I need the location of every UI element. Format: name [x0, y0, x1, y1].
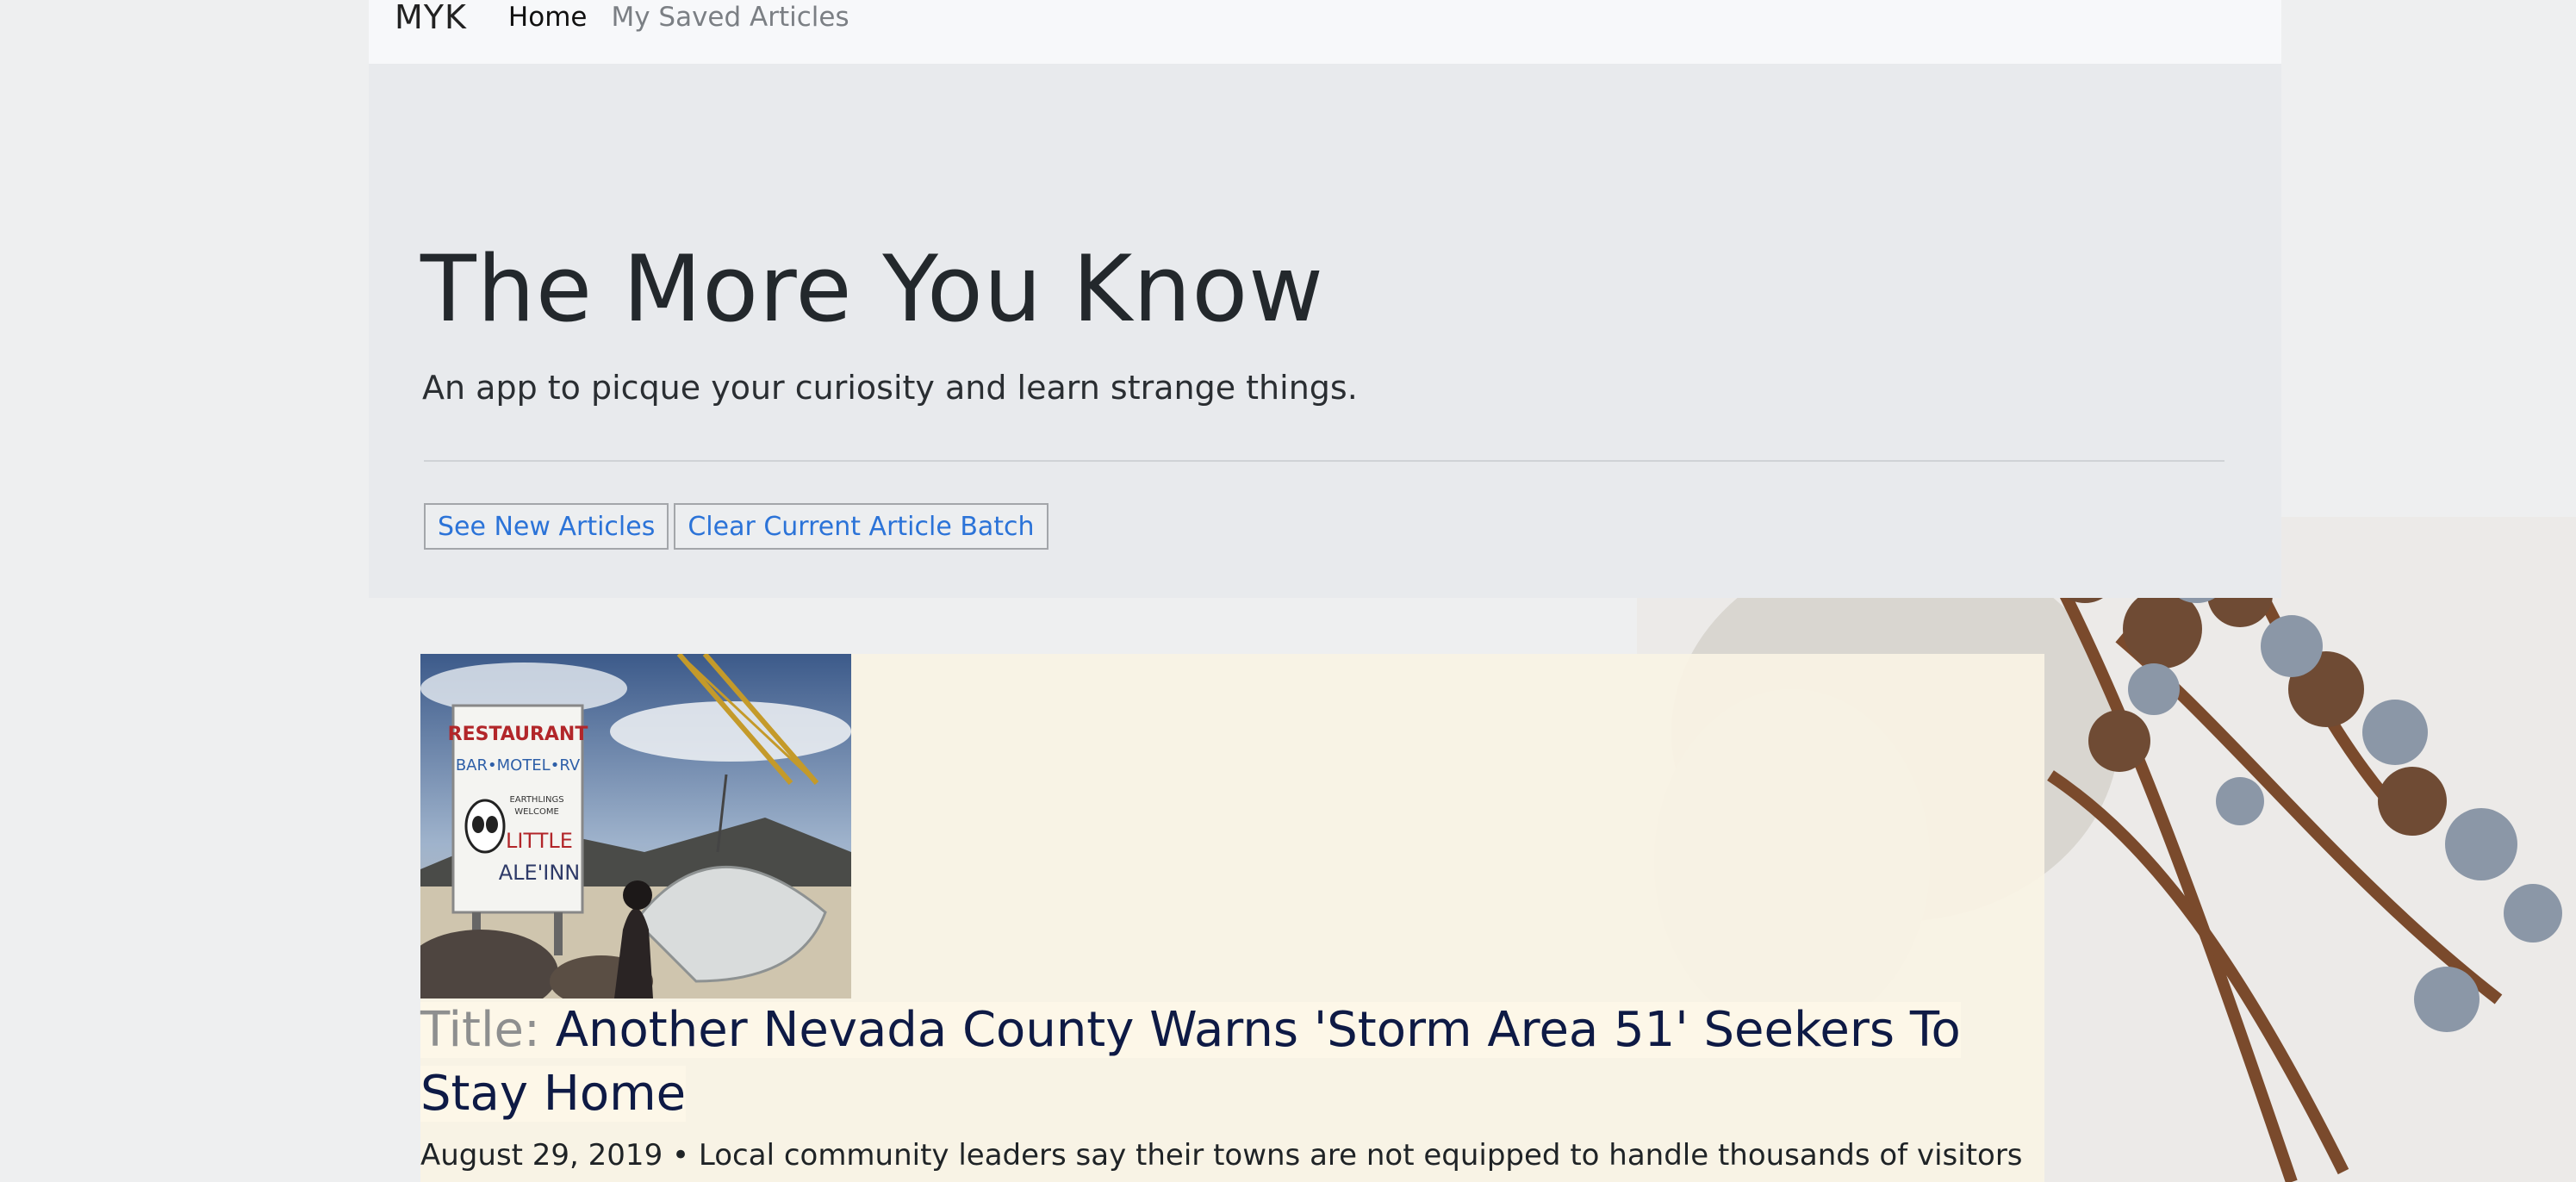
article-meta: August 29, 2019 • Local community leader… [420, 1138, 2023, 1173]
brand-logo[interactable]: MYK [395, 0, 467, 36]
see-new-articles-button[interactable]: See New Articles [424, 503, 669, 550]
article-date: August 29, 2019 [420, 1138, 663, 1173]
article-thumbnail[interactable]: RESTAURANT BAR•MOTEL•RV EARTHLINGS WELCO… [420, 654, 851, 998]
page-title: The More You Know [420, 236, 1324, 342]
article-title-label: Title: [420, 1002, 540, 1058]
action-buttons: See New Articles Clear Current Article B… [424, 503, 1048, 550]
article-summary: Local community leaders say their towns … [698, 1138, 2023, 1173]
sign-text-5: LITTLE [506, 829, 573, 853]
nav-saved-articles-link[interactable]: My Saved Articles [611, 2, 849, 33]
page-container: MYK Home My Saved Articles The More You … [369, 0, 2281, 598]
sign-text-2: BAR•MOTEL•RV [456, 756, 581, 775]
sign-text-6: ALE'INN [499, 861, 581, 885]
meta-separator: • [672, 1138, 690, 1173]
article-title-text: Another Nevada County Warns 'Storm Area … [420, 1002, 1961, 1122]
sign-text-1: RESTAURANT [448, 724, 588, 745]
page-subtitle: An app to picque your curiosity and lear… [422, 369, 1358, 407]
sign-text-3: EARTHLINGS [509, 795, 563, 805]
article-title[interactable]: Title: Another Nevada County Warns 'Stor… [420, 998, 1988, 1126]
top-navbar: MYK Home My Saved Articles [369, 0, 2281, 64]
article-card: RESTAURANT BAR•MOTEL•RV EARTHLINGS WELCO… [420, 654, 2044, 1182]
sign-text-4: WELCOME [514, 807, 559, 817]
hero-jumbotron: The More You Know An app to picque your … [369, 64, 2281, 598]
clear-article-batch-button[interactable]: Clear Current Article Batch [674, 503, 1048, 550]
divider [424, 460, 2224, 462]
nav-home-link[interactable]: Home [508, 2, 588, 33]
